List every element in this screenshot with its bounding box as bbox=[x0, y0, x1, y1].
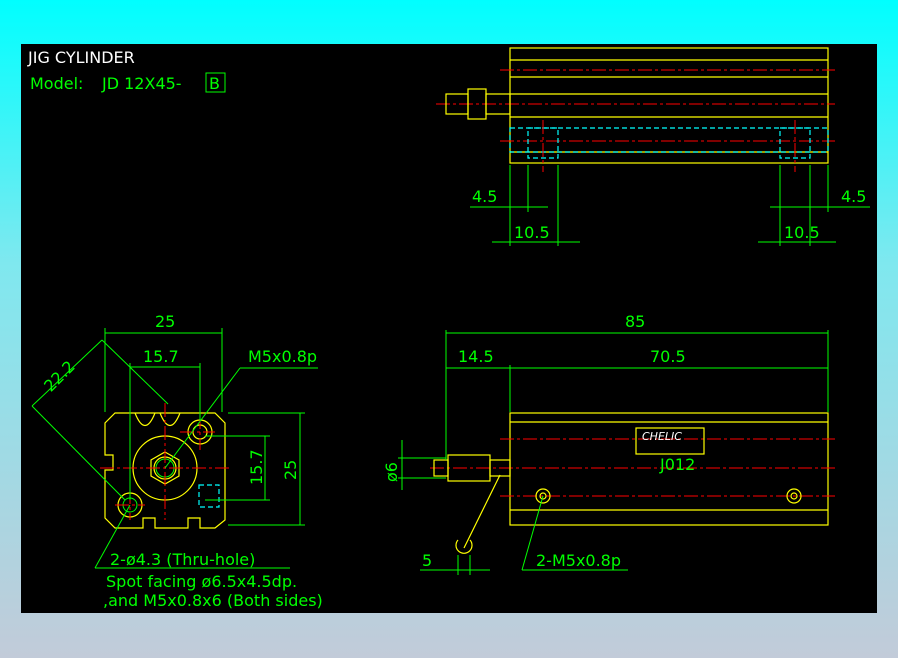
side-dim-total: 85 bbox=[625, 312, 645, 331]
note-holes: 2-ø4.3 (Thru-hole) bbox=[110, 550, 255, 569]
side-dim-ports: 2-M5x0.8p bbox=[536, 551, 621, 570]
cad-drawing-canvas: JIG CYLINDER Model: JD 12X45- B 4.5 10.5 bbox=[21, 44, 877, 613]
model-suffix: B bbox=[209, 74, 220, 93]
front-dim-v-inner: 15.7 bbox=[247, 449, 266, 485]
front-dim-width: 25 bbox=[155, 312, 175, 331]
top-dim-right-10-5: 10.5 bbox=[784, 223, 820, 242]
side-dim-wrench: 5 bbox=[422, 551, 432, 570]
top-dim-left-10-5: 10.5 bbox=[514, 223, 550, 242]
front-dim-v-outer: 25 bbox=[281, 460, 300, 480]
note-tap: ,and M5x0.8x6 (Both sides) bbox=[103, 591, 323, 610]
front-dim-diagonal: 22.2 bbox=[40, 357, 79, 396]
drawing: JIG CYLINDER Model: JD 12X45- B 4.5 10.5 bbox=[27, 47, 870, 610]
front-dim-inner: 15.7 bbox=[143, 347, 179, 366]
side-dim-body: 70.5 bbox=[650, 347, 686, 366]
top-view bbox=[436, 47, 870, 246]
side-dim-diameter: ø6 bbox=[382, 462, 401, 482]
part-code: J012 bbox=[659, 455, 695, 474]
model-value: JD 12X45- bbox=[101, 74, 182, 93]
top-dim-left-4-5: 4.5 bbox=[472, 187, 497, 206]
drawing-title: JIG CYLINDER bbox=[27, 48, 135, 67]
top-dim-right-4-5: 4.5 bbox=[841, 187, 866, 206]
side-view bbox=[398, 330, 835, 575]
model-label: Model: bbox=[30, 74, 83, 93]
side-dim-rod: 14.5 bbox=[458, 347, 494, 366]
brand-label: CHELIC bbox=[642, 430, 682, 443]
front-dim-port: M5x0.8p bbox=[248, 347, 317, 366]
note-spot-facing: Spot facing ø6.5x4.5dp. bbox=[106, 572, 297, 591]
